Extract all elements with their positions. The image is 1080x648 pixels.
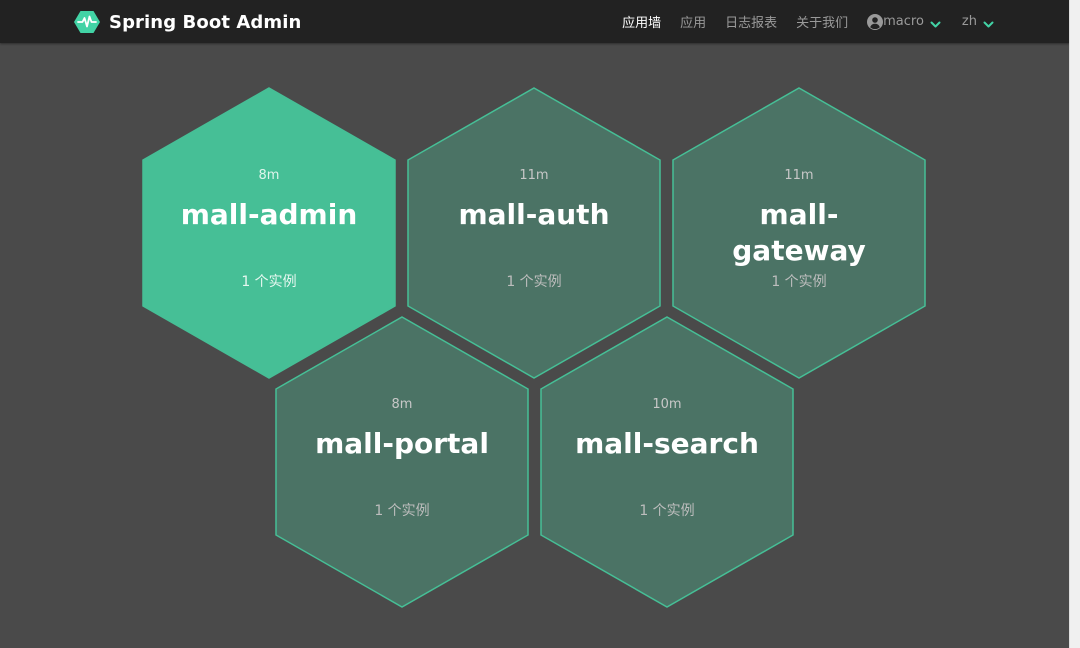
- application-uptime: 10m: [652, 397, 682, 412]
- application-instance-count: 1 个实例: [771, 274, 827, 290]
- application-tile[interactable]: 10m mall-search 1 个实例: [540, 316, 794, 608]
- application-instance-count: 1 个实例: [374, 503, 430, 519]
- heartbeat-logo-icon: [74, 10, 100, 34]
- language-selected: zh: [961, 14, 977, 29]
- user-name: macro: [883, 14, 924, 29]
- application-instance-count: 1 个实例: [241, 274, 297, 290]
- application-name: mall-portal: [315, 427, 489, 460]
- application-tile[interactable]: 8m mall-portal 1 个实例: [275, 316, 529, 608]
- nav-item-wallboard[interactable]: 应用墙: [622, 12, 661, 31]
- application-name: mall-admin: [180, 198, 358, 231]
- application-uptime: 11m: [784, 168, 814, 183]
- application-uptime: 11m: [519, 168, 549, 183]
- application-instance-count: 1 个实例: [639, 503, 695, 519]
- user-menu[interactable]: macro: [867, 13, 941, 30]
- application-wall: 8m mall-admin 1 个实例 11m mall-auth 1 个实例 …: [0, 0, 1070, 648]
- nav-item-applications[interactable]: 应用: [680, 12, 706, 31]
- application-instance-count: 1 个实例: [506, 274, 562, 290]
- brand-title: Spring Boot Admin: [109, 11, 302, 33]
- nav-item-log-report[interactable]: 日志报表: [725, 12, 777, 31]
- application-name: mall-search: [575, 427, 759, 460]
- chevron-down-icon: [930, 18, 941, 27]
- application-name: mall-auth: [458, 198, 610, 231]
- nav-item-about[interactable]: 关于我们: [796, 12, 848, 31]
- scrollbar-thumb[interactable]: [1072, 2, 1078, 302]
- language-menu[interactable]: zh: [962, 14, 994, 29]
- application-uptime: 8m: [258, 168, 280, 183]
- top-navbar: Spring Boot Admin 应用墙 应用 日志报表 关于我们 macro: [0, 0, 1070, 43]
- brand-link[interactable]: Spring Boot Admin: [74, 9, 301, 35]
- user-avatar-icon: [867, 13, 884, 30]
- application-name: mall-gateway: [732, 198, 866, 267]
- application-uptime: 8m: [391, 397, 413, 412]
- main-nav: 应用墙 应用 日志报表 关于我们 macro zh: [603, 0, 994, 43]
- chevron-down-icon: [983, 18, 994, 27]
- vertical-scrollbar[interactable]: [1069, 0, 1080, 648]
